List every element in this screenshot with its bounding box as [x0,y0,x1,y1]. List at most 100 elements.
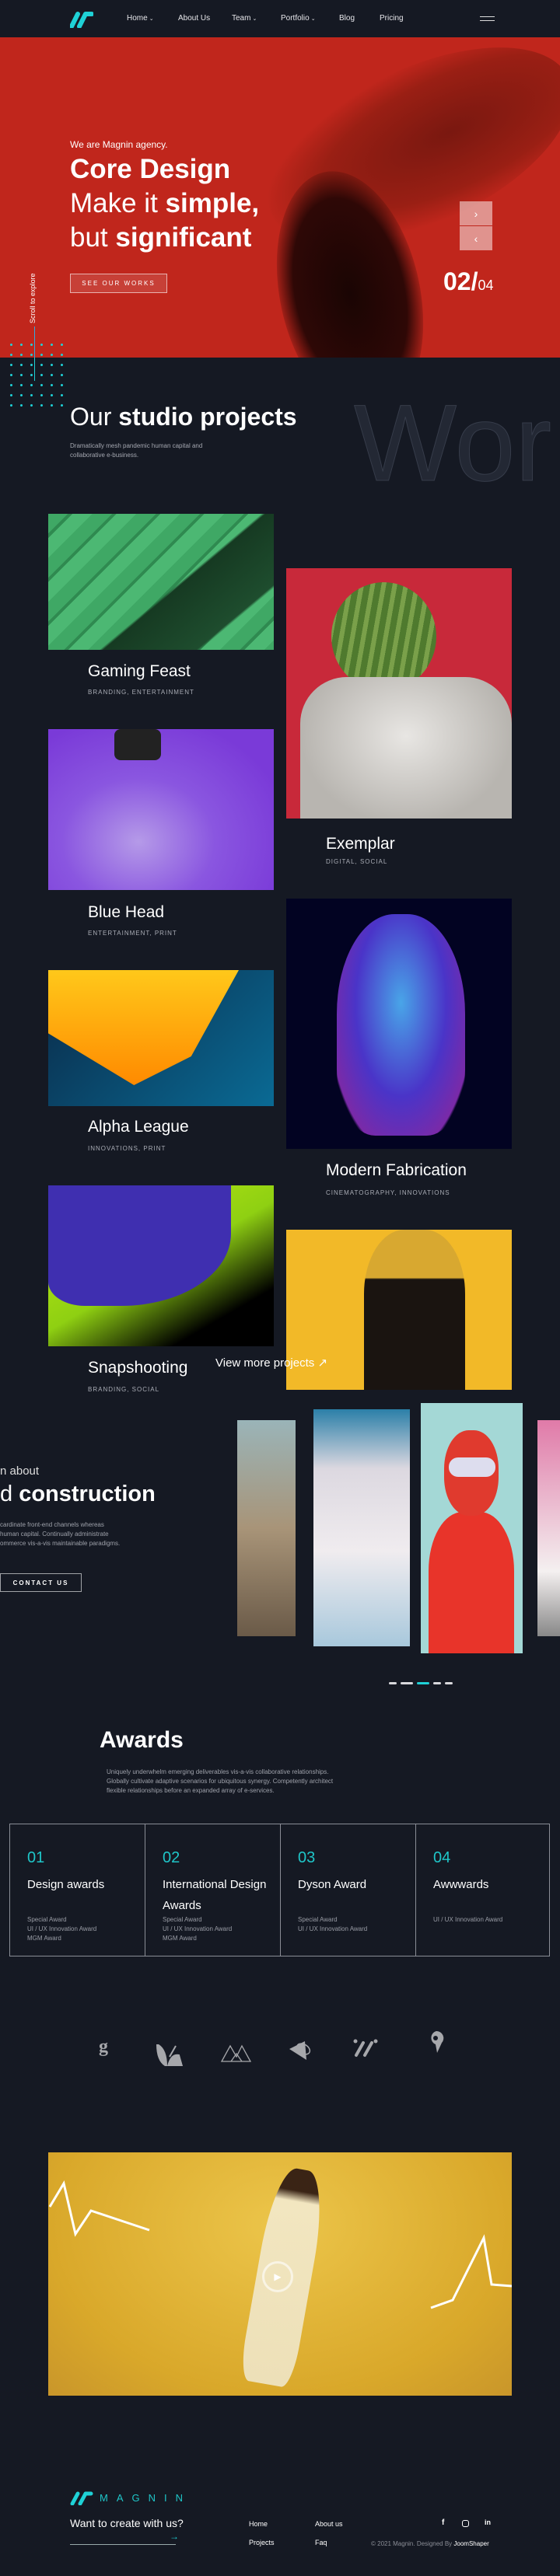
dot [61,384,63,386]
project-image-gaming-feast[interactable] [48,514,274,650]
arrow-right-icon[interactable]: → [170,2531,179,2542]
award-number: 02 [163,1849,180,1866]
dot [10,374,12,376]
gallery-image[interactable] [313,1409,410,1646]
hero-slider: We are Magnin agency. Core Design Make i… [0,37,560,358]
pin-logo-icon [431,2030,444,2053]
footer-brand: MAGNIN [100,2492,191,2504]
project-tags: DIGITAL, SOCIAL [326,858,388,865]
gallery-image[interactable] [421,1403,523,1653]
dot [30,384,33,386]
project-title[interactable]: Snapshooting [88,1359,187,1377]
facebook-icon[interactable]: f [442,2518,444,2527]
dot [51,364,53,366]
nav-blog[interactable]: Blog [339,14,355,23]
project-title[interactable]: Alpha League [88,1118,189,1136]
dot [20,394,23,396]
play-icon[interactable]: ▶ [262,2261,293,2292]
award-line: MGM Award [163,1935,197,1942]
project-image-exemplar[interactable] [286,568,512,819]
designer-link[interactable]: JoomShaper [453,2540,488,2547]
video-banner[interactable]: ▶ [48,2152,512,2396]
project-image-snapshooting[interactable] [48,1185,274,1346]
gallery-image[interactable] [237,1420,296,1636]
hero-line-light: Make it [70,188,166,218]
chevron-down-icon: ⌄ [149,16,154,22]
project-tags: INNOVATIONS, PRINT [88,1145,166,1152]
copyright: © 2021 Magnin. Designed By JoomShaper [371,2540,489,2547]
heading-light: d [0,1482,19,1506]
email-input[interactable] [70,2544,176,2545]
hero-title: Core Design [70,154,231,184]
project-title[interactable]: Gaming Feast [88,662,191,681]
pagination-dot[interactable] [389,1682,397,1684]
award-card: 01 Design awards Special Award UI / UX Inno… [9,1824,145,1956]
scroll-line [34,358,35,381]
about-heading: d construction [0,1482,156,1507]
chevron-left-icon[interactable]: ‹ [460,226,492,250]
linkedin-icon[interactable]: in [485,2518,491,2526]
pagination-dot[interactable] [445,1682,453,1684]
nav-label: Portfolio [281,14,310,23]
project-image-blue-head[interactable] [48,729,274,890]
nav-portfolio[interactable]: Portfolio ⌄ [281,14,316,23]
award-number: 04 [433,1849,451,1866]
hero-line-light: but [70,222,116,253]
projects-description: Dramatically mesh pandemic human capital… [70,442,203,459]
hero-tagline: We are Magnin agency. [70,139,168,150]
slide-total: 04 [478,277,494,293]
project-image-alpha-league[interactable] [48,970,274,1106]
dot [40,364,43,366]
nav-label: About Us [178,14,211,23]
nav-label: Pricing [380,14,404,23]
chevron-down-icon: ⌄ [252,16,257,22]
dot [20,404,23,407]
footer-cta: Want to create with us? [70,2517,184,2529]
award-list: Special Award UI / UX Innovation Award [298,1915,367,1934]
dot [51,344,53,346]
footer-link-faq[interactable]: Faq [315,2539,327,2546]
dot [30,394,33,396]
dot [10,344,12,346]
instagram-icon[interactable] [462,2520,469,2527]
award-line: UI / UX Innovation Award [163,1925,233,1932]
slashes-logo-icon [353,2039,378,2057]
hamburger-icon[interactable] [480,16,495,21]
gallery-image[interactable] [537,1420,560,1636]
award-card: 03 Dyson Award Special Award UI / UX Innova… [280,1824,415,1956]
view-more-projects-link[interactable]: View more projects ↗ [215,1356,327,1370]
pagination-dot[interactable] [401,1682,413,1684]
magnin-logo-icon[interactable] [70,11,93,28]
dot [40,404,43,407]
mountain-logo-icon [221,2044,252,2062]
nav-team[interactable]: Team ⌄ [232,14,257,23]
project-title[interactable]: Blue Head [88,903,164,922]
award-card: 02 International Design Awards Special Awa… [145,1824,280,1956]
contact-us-button[interactable]: CONTACT US [0,1573,82,1592]
awards-title: Awards [100,1727,184,1753]
nav-label: Team [232,14,251,23]
hero-line-3: but significant [70,221,251,255]
see-our-works-button[interactable]: SEE OUR WORKS [70,274,167,293]
project-image-modern-fabrication[interactable] [286,899,512,1149]
project-title[interactable]: Modern Fabrication [326,1161,467,1180]
pagination-dot[interactable] [417,1682,429,1684]
dot [10,404,12,407]
project-title[interactable]: Exemplar [326,835,395,853]
pagination-dot[interactable] [433,1682,441,1684]
nav-pricing[interactable]: Pricing [380,14,404,23]
dot [40,354,43,356]
nav-home[interactable]: Home ⌄ [127,14,154,23]
footer-link-about[interactable]: About us [315,2520,343,2528]
award-number: 03 [298,1849,316,1866]
footer-link-projects[interactable]: Projects [249,2539,275,2546]
footer-link-home[interactable]: Home [249,2520,268,2528]
projects-heading: Our studio projects [70,403,297,431]
about-paragraph: cardinate front-end channels whereas hum… [0,1520,120,1548]
g-logo-icon: g [99,2037,108,2057]
nav-about[interactable]: About Us [178,14,210,23]
chevron-right-icon[interactable]: › [460,201,492,225]
leaf-logo-icon [156,2044,184,2066]
award-line: Special Award [27,1916,67,1923]
dot [20,364,23,366]
